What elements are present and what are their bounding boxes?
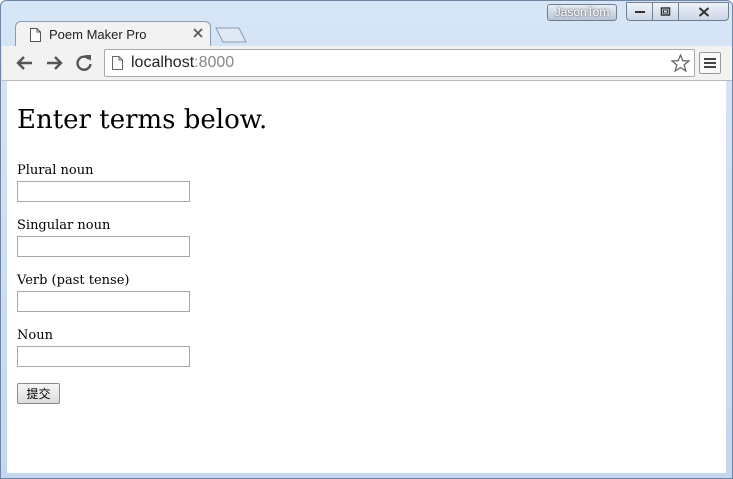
singular-noun-label: Singular noun	[17, 218, 111, 233]
noun-label: Noun	[17, 328, 53, 343]
noun-input[interactable]	[17, 346, 190, 367]
tab-close-icon[interactable]	[193, 28, 203, 38]
submit-button[interactable]: 提交	[17, 383, 60, 404]
forward-arrow-icon[interactable]	[45, 54, 63, 72]
star-icon[interactable]	[671, 54, 690, 72]
minimize-icon	[634, 10, 645, 13]
window-controls	[626, 2, 730, 22]
tab-poem-maker-pro[interactable]: Poem Maker Pro	[15, 21, 211, 47]
url-port: :8000	[194, 54, 235, 71]
page-icon	[112, 56, 123, 70]
page-heading: Enter terms below.	[17, 105, 268, 135]
minimize-button[interactable]	[626, 2, 653, 21]
new-tab-button[interactable]	[215, 27, 247, 43]
page-icon	[30, 28, 41, 42]
plural-noun-input[interactable]	[17, 181, 190, 202]
verb-past-tense-input[interactable]	[17, 291, 190, 312]
restore-icon	[660, 6, 670, 16]
profile-name-badge[interactable]: JasonTom	[547, 4, 617, 21]
back-arrow-icon[interactable]	[16, 54, 34, 72]
page-viewport: Enter terms below. Plural noun Singular …	[7, 81, 726, 473]
menu-icon	[704, 58, 716, 68]
tab-title: Poem Maker Pro	[49, 27, 147, 42]
singular-noun-input[interactable]	[17, 236, 190, 257]
browser-toolbar: localhost:8000	[2, 46, 732, 81]
address-bar[interactable]: localhost:8000	[104, 49, 695, 77]
verb-past-tense-label: Verb (past tense)	[17, 273, 130, 288]
close-icon	[698, 6, 709, 17]
menu-button[interactable]	[699, 52, 721, 74]
maximize-button[interactable]	[652, 2, 679, 21]
browser-window: JasonTom Poem Maker Pro localhost:8000 E…	[0, 0, 733, 479]
close-window-button[interactable]	[678, 2, 729, 21]
reload-icon[interactable]	[75, 54, 93, 72]
url-text: localhost:8000	[131, 54, 234, 72]
url-host: localhost	[131, 54, 195, 71]
plural-noun-label: Plural noun	[17, 163, 94, 178]
